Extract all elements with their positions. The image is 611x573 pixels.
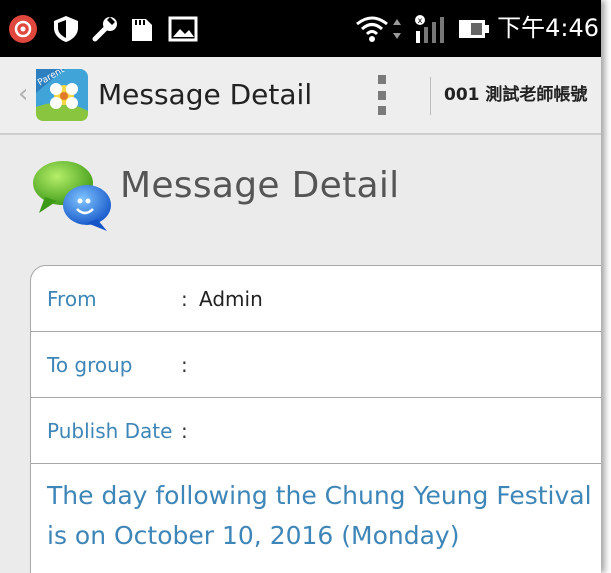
overflow-dot [378,106,386,115]
status-bar: x 下午4:46 [0,0,601,57]
from-row: From : Admin [31,266,601,332]
battery-icon [458,0,492,57]
back-caret-icon[interactable]: ‹ [18,79,28,109]
from-label: From [47,286,97,311]
wifi-icon [355,0,389,57]
publish-date-label: Publish Date [47,418,173,443]
action-bar-divider [430,77,431,115]
data-arrows-icon [392,0,402,57]
to-group-colon: : [181,352,188,377]
account-switcher[interactable]: 001 測試老師帳號 [444,57,587,133]
publish-date-row: Publish Date : [31,398,601,464]
page-title: Message Detail [120,165,400,206]
overflow-menu-button[interactable] [375,75,389,115]
action-bar-title: Message Detail [98,78,313,111]
picture-icon [168,0,198,57]
from-colon: : [181,286,188,311]
message-body: The day following the Chung Yeung Festiv… [47,481,592,550]
shield-icon [52,0,80,57]
svg-text:x: x [418,16,423,25]
overflow-dot [378,90,386,100]
to-group-row: To group : [31,332,601,398]
chat-bubbles-icon [31,157,113,233]
to-group-label: To group [47,352,133,377]
action-bar: ‹ Parent Message Detail 001 測試老師帳號 [0,57,601,135]
publish-date-colon: : [181,418,188,443]
content-area: Message Detail From : Admin To group : P… [0,135,601,573]
app-window: x 下午4:46 ‹ Parent Message Detail 001 測試老… [0,0,601,573]
signal-icon: x [412,0,446,57]
app-logo-icon[interactable]: Parent [34,65,90,123]
message-detail-card: From : Admin To group : Publish Date : T… [30,265,601,573]
status-time: 下午4:46 [497,14,599,42]
overflow-dot [378,75,386,84]
sd-card-icon [130,0,154,57]
from-value: Admin [199,286,263,311]
wrench-icon [90,0,120,57]
notification-icon [8,0,38,57]
